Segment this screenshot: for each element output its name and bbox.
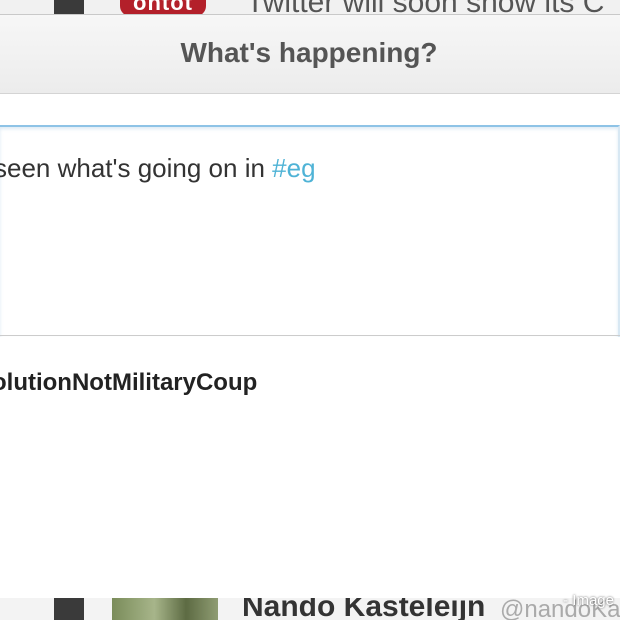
- image-watermark: - Image: [563, 592, 614, 609]
- tweet-hashtag-link[interactable]: #eg: [272, 153, 315, 183]
- screenshot-stage: ontot Twitter will soon show its C What'…: [0, 0, 620, 620]
- user-avatar[interactable]: [112, 598, 218, 620]
- feed-user-name[interactable]: Nando Kasteleijn: [242, 598, 485, 620]
- dialog-title-text: What's happening?: [180, 37, 438, 68]
- tweet-text-area[interactable]: seen what's going on in #eg: [0, 125, 620, 337]
- background-feed-bottom: Nando Kasteleijn @nandoKa: [0, 598, 620, 620]
- tweet-content[interactable]: seen what's going on in #eg: [0, 153, 316, 184]
- tweet-text: seen what's going on in: [0, 153, 273, 183]
- hashtag-suggestion[interactable]: olutionNotMilitaryCoup: [0, 369, 257, 397]
- dialog-divider: [0, 335, 620, 336]
- compose-tweet-dialog: What's happening? seen what's going on i…: [0, 14, 620, 601]
- feed-avatar-strip-bottom: [54, 598, 84, 620]
- dialog-title: What's happening?: [0, 37, 620, 69]
- dialog-header: What's happening?: [0, 15, 620, 94]
